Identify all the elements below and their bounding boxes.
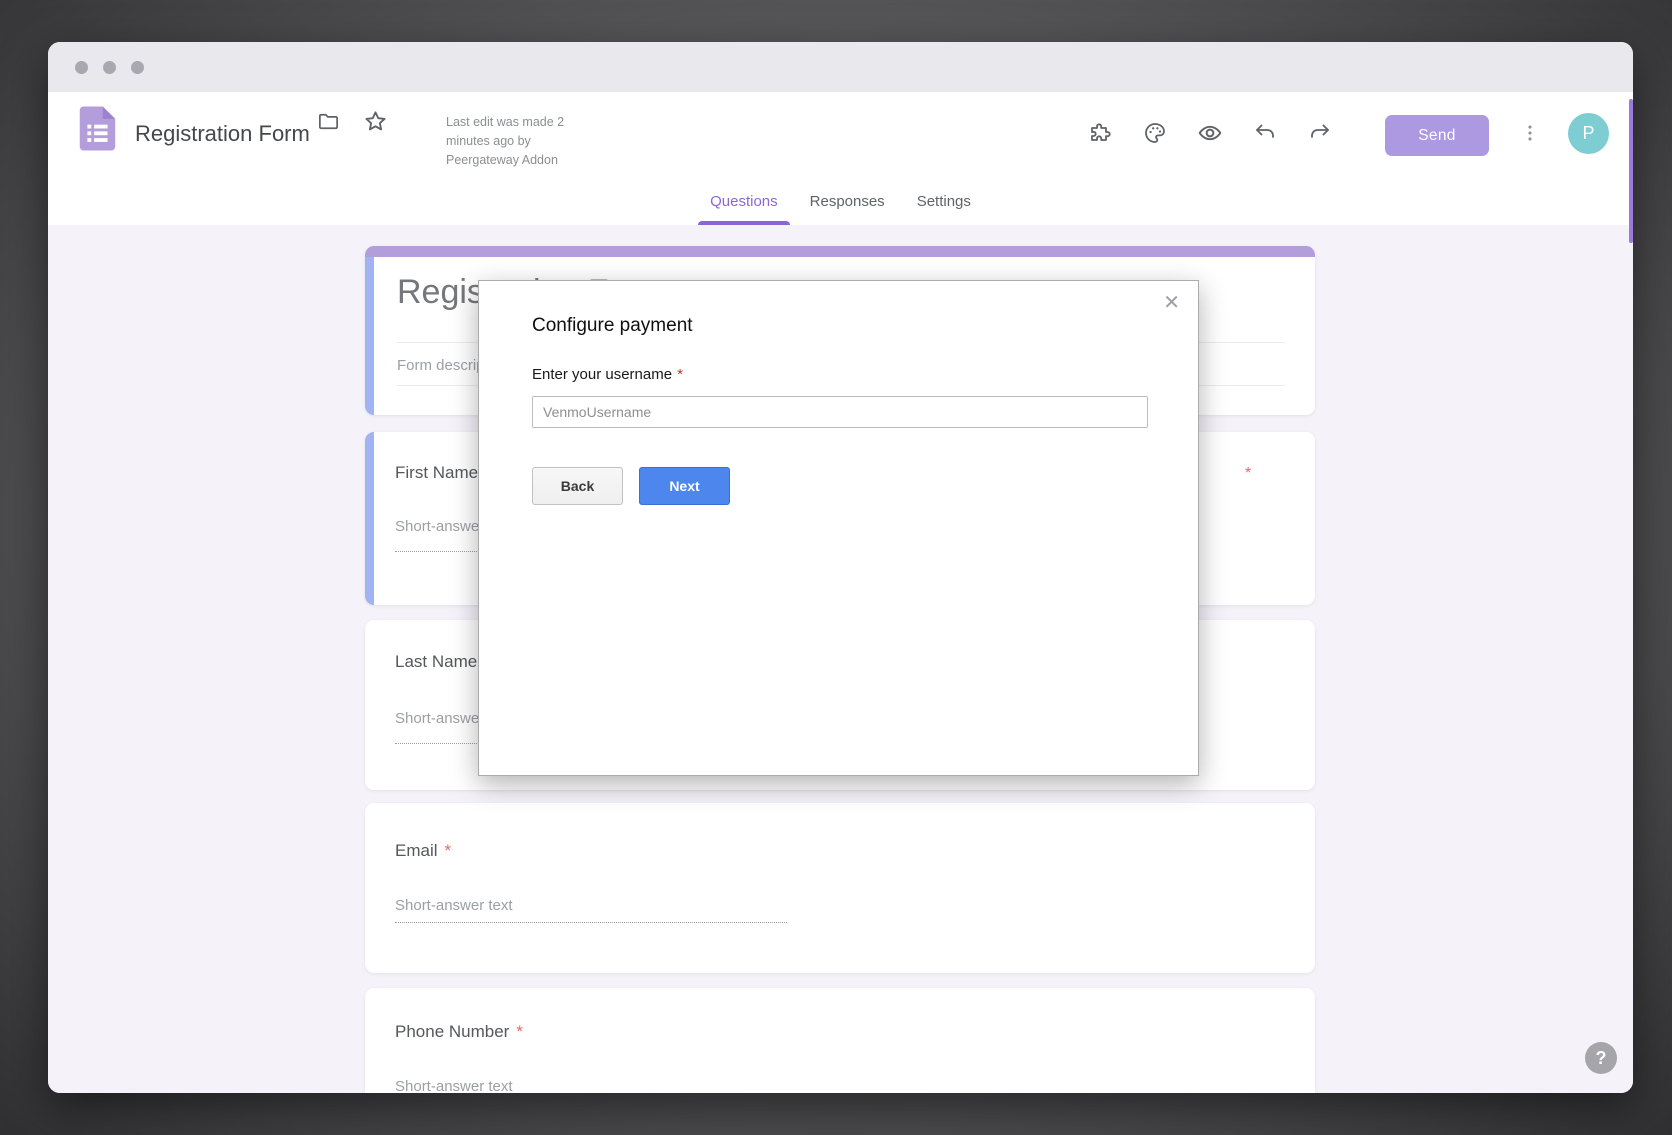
tab-responses[interactable]: Responses <box>794 178 901 225</box>
question-card-email[interactable]: Email * Short-answer text <box>365 803 1315 973</box>
question-title-text: Email <box>395 841 438 860</box>
question-title[interactable]: Phone Number * <box>395 1022 523 1042</box>
more-options-icon[interactable] <box>1510 113 1550 153</box>
undo-icon[interactable] <box>1245 113 1285 153</box>
theme-palette-icon[interactable] <box>1135 113 1175 153</box>
window-control-dot[interactable] <box>103 61 116 74</box>
tab-settings[interactable]: Settings <box>901 178 987 225</box>
window-control-dot[interactable] <box>131 61 144 74</box>
question-card-phone-number[interactable]: Phone Number * Short-answer text <box>365 988 1315 1093</box>
add-ons-puzzle-icon[interactable] <box>1080 113 1120 153</box>
help-button[interactable]: ? <box>1585 1042 1617 1074</box>
question-title[interactable]: Last Name <box>395 652 477 672</box>
answer-placeholder: Short-answer text <box>395 1078 513 1093</box>
app-header: Registration Form Last edit was made 2 m… <box>48 92 1633 178</box>
venmo-username-input[interactable] <box>532 396 1148 428</box>
answer-placeholder: Short-answer text <box>395 897 513 914</box>
move-to-folder-icon[interactable] <box>308 101 348 141</box>
required-asterisk: * <box>445 841 452 860</box>
answer-underline <box>395 922 787 923</box>
username-field-label: Enter your username * <box>532 366 683 383</box>
username-label-text: Enter your username <box>532 366 672 383</box>
next-button[interactable]: Next <box>639 467 730 505</box>
back-button[interactable]: Back <box>532 467 623 505</box>
last-edit-status[interactable]: Last edit was made 2 minutes ago by Peer… <box>446 113 594 169</box>
card-accent-bar <box>365 246 1315 257</box>
required-asterisk: * <box>516 1022 523 1041</box>
required-asterisk: * <box>1245 465 1251 483</box>
document-title[interactable]: Registration Form <box>135 121 310 147</box>
star-icon[interactable] <box>355 101 395 141</box>
selected-card-indicator <box>365 432 374 605</box>
question-title[interactable]: First Name <box>395 463 478 483</box>
scrollbar-thumb[interactable] <box>1629 99 1633 243</box>
app-window: Registration Form Last edit was made 2 m… <box>48 42 1633 1093</box>
redo-icon[interactable] <box>1300 113 1340 153</box>
question-title-text: Phone Number <box>395 1022 509 1041</box>
dialog-title: Configure payment <box>532 315 693 337</box>
selected-card-indicator <box>365 257 374 415</box>
window-titlebar <box>48 42 1633 92</box>
window-control-dot[interactable] <box>75 61 88 74</box>
account-avatar[interactable]: P <box>1568 113 1609 154</box>
screenshot-stage: Registration Form Last edit was made 2 m… <box>0 0 1672 1135</box>
send-button[interactable]: Send <box>1385 115 1489 156</box>
preview-eye-icon[interactable] <box>1190 113 1230 153</box>
close-icon[interactable]: ✕ <box>1163 293 1180 313</box>
configure-payment-dialog: ✕ Configure payment Enter your username *… <box>478 280 1199 776</box>
question-title[interactable]: Email * <box>395 841 451 861</box>
tabs-bar: Questions Responses Settings <box>48 178 1633 225</box>
tab-questions[interactable]: Questions <box>694 178 794 225</box>
required-asterisk: * <box>677 366 683 383</box>
google-forms-icon <box>74 105 120 152</box>
